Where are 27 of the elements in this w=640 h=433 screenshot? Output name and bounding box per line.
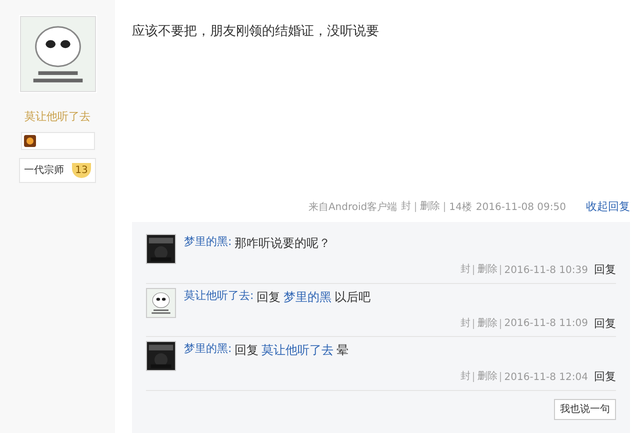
badge-icon <box>24 134 36 146</box>
reply-link[interactable]: 回复 <box>594 369 616 386</box>
reply-link[interactable]: 回复 <box>594 262 616 278</box>
level-number: 13 <box>72 162 91 178</box>
reply-text: 晕 <box>336 342 349 359</box>
collapse-replies-link[interactable]: 收起回复 <box>586 198 630 216</box>
delete-link[interactable]: 删除 <box>420 202 446 212</box>
mention-link[interactable]: 莫让他听了去 <box>262 341 334 359</box>
reply-button[interactable]: 我也说一句 <box>554 398 616 420</box>
post-content: 应该不要把，朋友刚领的结婚证，没听说要 <box>132 23 380 41</box>
floor-number: 14楼 <box>449 200 472 214</box>
reply-text: 回复 <box>256 288 281 306</box>
post-source: 来自Android客户端 <box>308 200 398 214</box>
reply-text: 以后吧 <box>334 288 371 306</box>
reply-link[interactable]: 回复 <box>594 316 616 332</box>
mention-link[interactable]: 梦里的黑 <box>284 288 332 306</box>
reply-text: 回复 <box>234 342 259 359</box>
ban-link[interactable]: 封 <box>401 202 416 212</box>
reply-username[interactable]: 梦里的黑: <box>184 341 232 359</box>
reply-time: 2016-11-8 12:04 <box>504 370 588 385</box>
post-time: 2016-11-08 09:50 <box>476 200 566 214</box>
reply-username[interactable]: 梦里的黑: <box>184 234 232 252</box>
reply-username[interactable]: 莫让他听了去: <box>184 288 254 306</box>
level-title: 一代宗师 <box>24 164 64 178</box>
reply-time: 2016-11-8 11:09 <box>504 317 588 332</box>
reply-time: 2016-11-8 10:39 <box>504 264 588 278</box>
reply-text: 那咋听说要的呢？ <box>234 235 331 252</box>
